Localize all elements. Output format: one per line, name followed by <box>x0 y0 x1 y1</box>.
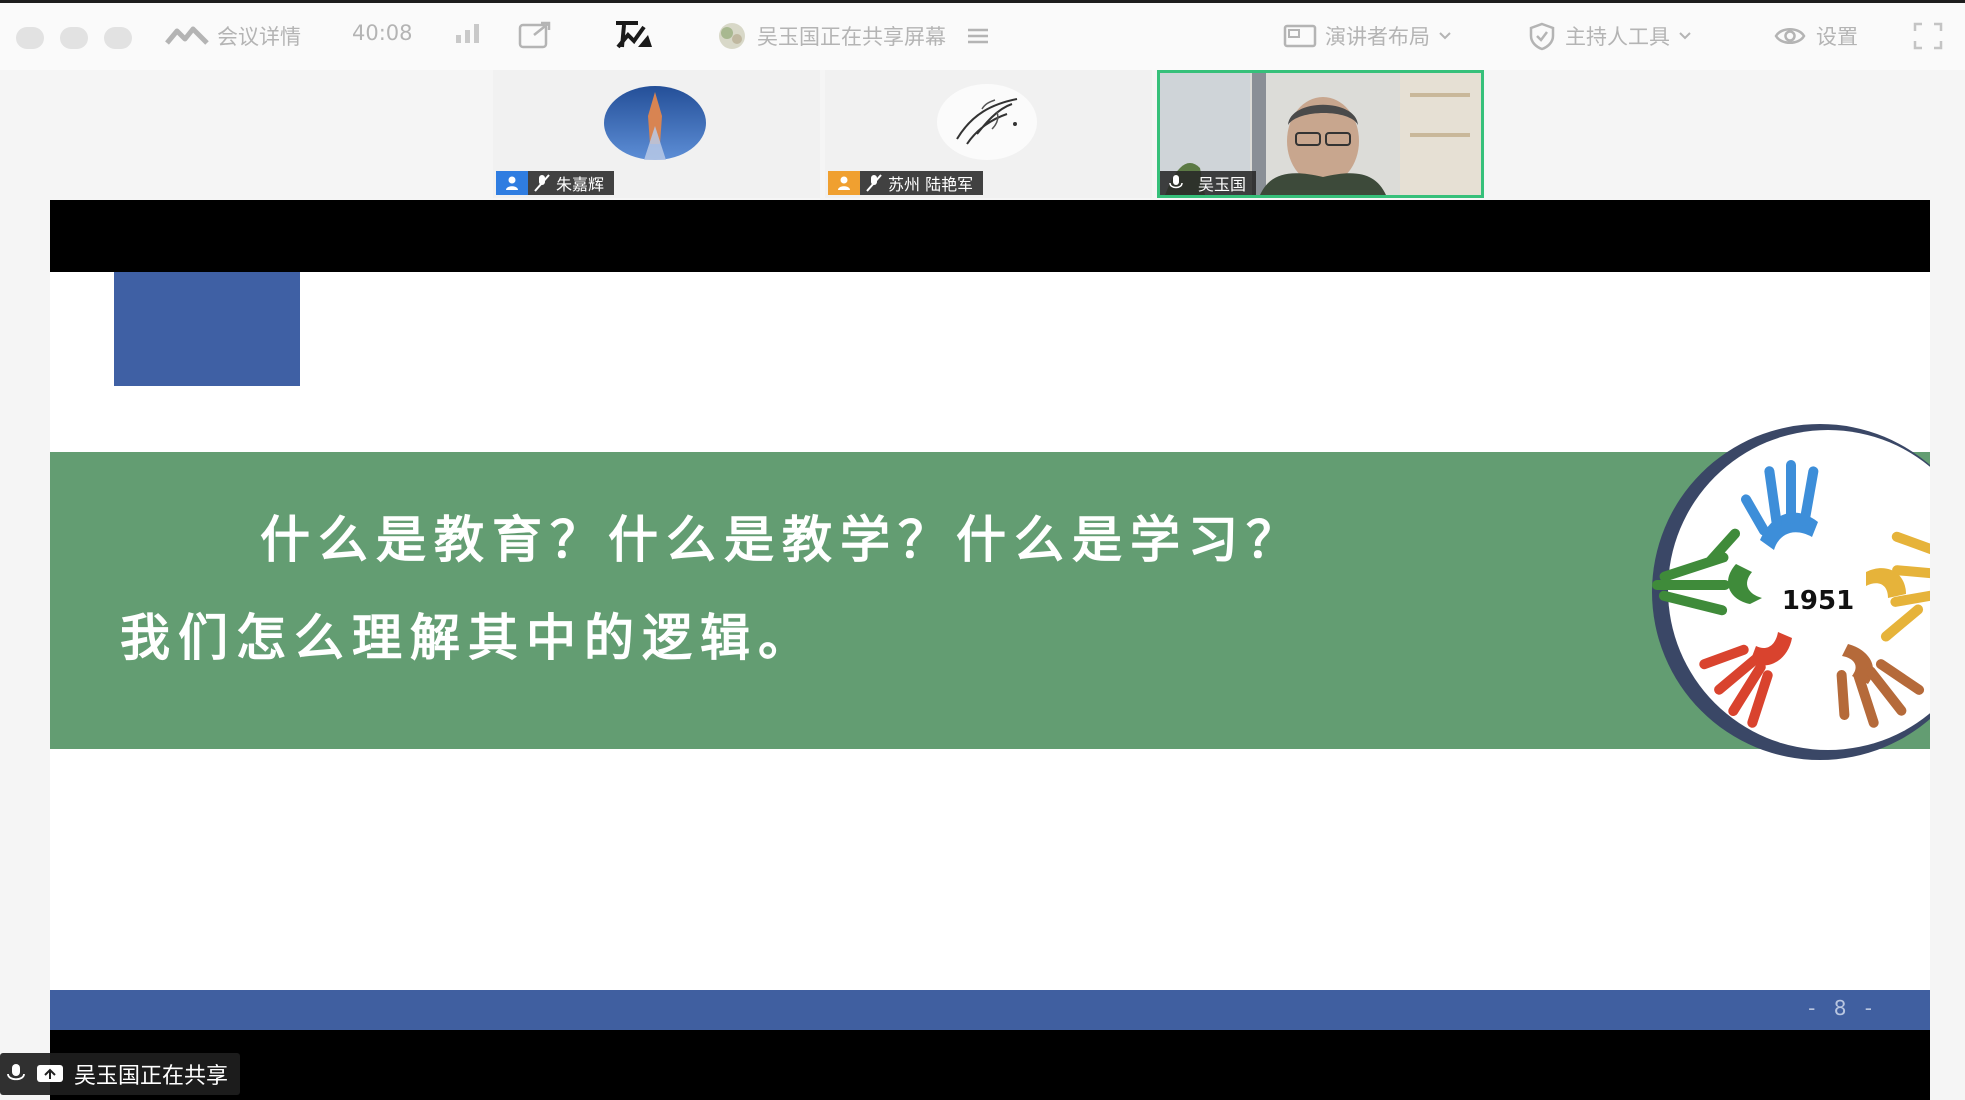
sharing-indicator-label: 吴玉国正在共享 <box>74 1064 229 1089</box>
participant-namebar: 朱嘉辉 <box>496 171 615 195</box>
participant-tile[interactable]: 苏州 陆艳军 <box>825 70 1152 198</box>
meeting-toolbar: 会议详情 40:08 吴玉国正在共享屏幕 演讲者布局 主持人工具 设置 <box>0 0 1965 70</box>
sharing-status-label: 吴玉国正在共享屏幕 <box>757 25 946 49</box>
host-tools-label: 主持人工具 <box>1565 25 1670 49</box>
window-maximize-button[interactable] <box>104 27 132 49</box>
mic-muted-icon <box>1160 171 1192 195</box>
speaker-layout-label: 演讲者布局 <box>1325 25 1430 49</box>
settings-label: 设置 <box>1816 25 1858 49</box>
pen-annotation-icon <box>612 19 656 51</box>
participant-strip: 朱嘉辉 苏州 陆艳军 吴玉国 <box>0 70 1965 200</box>
meeting-details-label: 会议详情 <box>217 25 301 49</box>
mic-muted-icon <box>534 174 550 192</box>
slide-title-block <box>114 272 300 386</box>
fullscreen-button[interactable] <box>1912 21 1944 51</box>
school-logo: 1951 <box>1530 422 1930 766</box>
network-signal[interactable] <box>452 21 484 45</box>
layout-icon <box>1283 23 1317 49</box>
window-close-button[interactable] <box>16 27 44 49</box>
meeting-timer: 40:08 <box>352 21 413 45</box>
participant-namebar: 苏州 陆艳军 <box>828 171 984 195</box>
slide-question-line-1: 什么是教育？什么是教学？什么是学习？ <box>260 510 1304 569</box>
meeting-details-button[interactable]: 会议详情 <box>165 21 301 51</box>
popout-button[interactable] <box>518 21 552 49</box>
host-tools-menu[interactable]: 主持人工具 <box>1527 21 1692 51</box>
avatar <box>604 86 706 164</box>
shield-icon <box>1527 21 1557 51</box>
person-icon <box>828 171 860 195</box>
slide-top-bar <box>50 200 1930 272</box>
slide-bottom-bar <box>50 1030 1930 1100</box>
chevron-down-icon <box>1438 31 1452 41</box>
shared-screen-area: 什么是教育？什么是教学？什么是学习？ 我们怎么理解其中的逻辑。 1951 - 8… <box>0 200 1965 1100</box>
fullscreen-icon <box>1912 21 1944 51</box>
window-minimize-button[interactable] <box>60 27 88 49</box>
sharing-indicator[interactable]: 吴玉国正在共享 <box>0 1053 241 1095</box>
participant-namebar: 吴玉国 <box>1160 171 1257 195</box>
participant-tile[interactable]: 朱嘉辉 <box>493 70 820 198</box>
meeting-logo-icon <box>165 25 209 47</box>
external-link-icon <box>518 21 552 49</box>
window-controls <box>16 27 132 49</box>
avatar <box>937 84 1037 164</box>
settings-button[interactable]: 设置 <box>1772 21 1858 51</box>
participant-tile-active-speaker[interactable]: 吴玉国 <box>1157 70 1484 198</box>
slide-question-line-2: 我们怎么理解其中的逻辑。 <box>120 608 816 667</box>
participant-name: 吴玉国 <box>1198 175 1247 194</box>
presentation-slide: 什么是教育？什么是教学？什么是学习？ 我们怎么理解其中的逻辑。 1951 - 8… <box>50 200 1930 1100</box>
signal-icon <box>452 21 484 45</box>
timer-value: 40:08 <box>352 21 413 45</box>
mic-muted-icon <box>6 1063 26 1085</box>
slide-footer-bar: - 8 - <box>50 990 1930 1030</box>
participant-name: 朱嘉辉 <box>556 175 605 194</box>
logo-year-text: 1951 <box>1782 586 1854 616</box>
sharing-status[interactable]: 吴玉国正在共享屏幕 <box>715 21 990 51</box>
participant-name: 苏州 陆艳军 <box>888 175 974 194</box>
share-list-icon <box>966 26 990 46</box>
chevron-down-icon <box>1678 31 1692 41</box>
annotation-button[interactable] <box>612 19 656 51</box>
person-icon <box>496 171 528 195</box>
gear-icon <box>1772 22 1808 50</box>
mic-muted-icon <box>866 174 882 192</box>
speaker-layout-menu[interactable]: 演讲者布局 <box>1283 21 1452 51</box>
screen-share-icon <box>36 1063 64 1085</box>
sharer-avatar <box>715 21 749 51</box>
slide-page-number: - 8 - <box>1808 996 1878 1020</box>
